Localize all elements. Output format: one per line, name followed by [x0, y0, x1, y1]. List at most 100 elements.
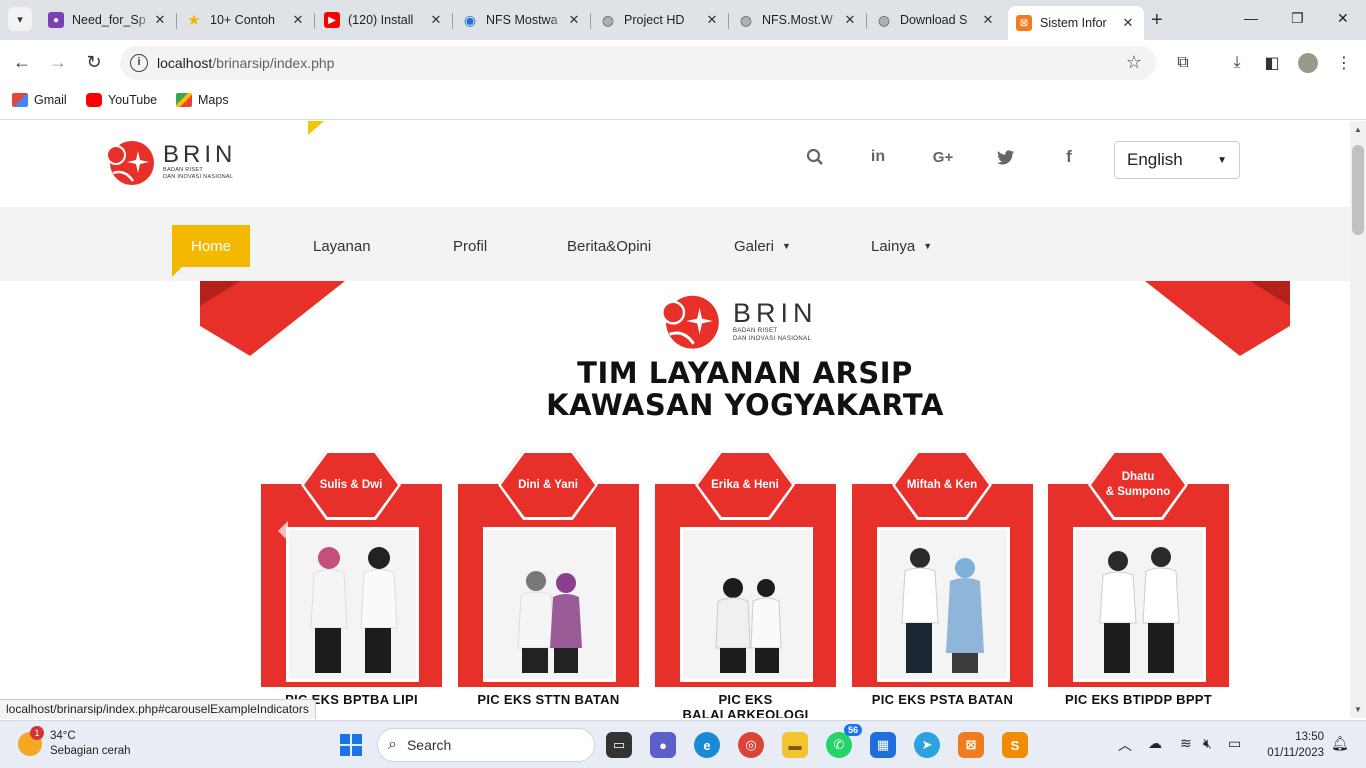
banner-title-line1: TIM LAYANAN ARSIP	[577, 356, 913, 390]
whatsapp-icon[interactable]: ✆ 56	[826, 724, 862, 758]
new-tab-button[interactable]: +	[1151, 9, 1163, 32]
brin-logo-mark-icon	[106, 141, 154, 185]
team-card: Sulis & Dwi	[261, 450, 442, 687]
tab-need-for-speed[interactable]: ● Need_for_Sp ✕	[40, 6, 176, 34]
nav-profil[interactable]: Profil	[453, 225, 487, 267]
profile-avatar[interactable]	[1297, 52, 1319, 74]
scroll-up-arrow-icon[interactable]: ▲	[1354, 125, 1362, 134]
page-viewport: BRIN BADAN RISET DAN INOVASI NASIONAL in…	[0, 121, 1350, 718]
nav-layanan[interactable]: Layanan	[313, 225, 371, 267]
url-text[interactable]: localhost/brinarsip/index.php	[157, 55, 334, 71]
globe-icon: ◍	[877, 11, 891, 28]
team-card: Erika & Heni	[655, 450, 836, 687]
close-icon[interactable]: ✕	[290, 12, 306, 28]
sublime-text-icon[interactable]: S	[1002, 732, 1028, 758]
edge-browser-icon[interactable]: e	[694, 732, 720, 758]
maps-icon	[176, 93, 192, 107]
microsoft-store-icon[interactable]: ▦	[870, 732, 896, 758]
close-icon[interactable]: ✕	[566, 12, 582, 28]
tab-search-button[interactable]: ▾	[8, 7, 32, 31]
team-card-caption: PIC EKS BTIPDP BPPT	[1064, 692, 1213, 707]
tab-strip: ▾ ● Need_for_Sp ✕ ★ 10+ Contoh ✕ ▶ (120)…	[0, 0, 1366, 40]
teams-chat-icon[interactable]: ●	[650, 732, 676, 758]
scrollbar-thumb[interactable]	[1352, 145, 1364, 235]
bookmark-star-icon[interactable]: ☆	[1126, 52, 1142, 73]
tab-project-hd[interactable]: ◍ Project HD ✕	[592, 6, 728, 34]
weather-widget[interactable]: 1 34°C Sebagian cerah	[18, 726, 131, 759]
side-panel-icon[interactable]: ◧	[1261, 52, 1283, 74]
back-arrow-icon[interactable]: ←	[10, 52, 34, 73]
nav-berita-opini[interactable]: Berita&Opini	[567, 225, 651, 267]
bookmark-youtube[interactable]: YouTube	[86, 93, 157, 107]
facebook-icon[interactable]: f	[1058, 146, 1080, 168]
extensions-icon[interactable]: ⧉	[1172, 52, 1194, 74]
youtube-icon	[86, 93, 102, 107]
status-bar-url: localhost/brinarsip/index.php#carouselEx…	[0, 699, 316, 719]
menu-kebab-icon[interactable]: ⋮	[1333, 52, 1355, 74]
hero-carousel[interactable]: BRIN BADAN RISET DAN INOVASI NASIONAL TI…	[200, 281, 1290, 718]
team-card: Dhatu & Sumpono	[1048, 450, 1229, 687]
linkedin-icon[interactable]: in	[867, 146, 889, 168]
download-icon[interactable]: ⤓	[1226, 52, 1248, 74]
xampp-icon: ⊠	[1016, 15, 1032, 31]
nav-lainya[interactable]: Lainya ▼	[871, 225, 932, 267]
scroll-down-arrow-icon[interactable]: ▼	[1354, 705, 1362, 714]
close-icon[interactable]: ✕	[842, 12, 858, 28]
system-clock[interactable]: 13:50 01/11/2023	[1262, 729, 1324, 761]
forward-arrow-icon[interactable]: →	[46, 52, 70, 73]
battery-icon[interactable]: ▭	[1228, 735, 1241, 752]
close-icon[interactable]: ✕	[980, 12, 996, 28]
wifi-icon[interactable]: ≋	[1180, 735, 1192, 752]
close-icon[interactable]: ✕	[1120, 15, 1136, 31]
team-photo	[286, 527, 419, 682]
twitter-icon[interactable]	[995, 146, 1017, 168]
globe-icon: ◍	[739, 11, 753, 28]
team-photo	[877, 527, 1010, 682]
address-bar[interactable]: i localhost/brinarsip/index.php ☆	[120, 46, 1156, 80]
bookmark-gmail[interactable]: Gmail	[12, 93, 67, 107]
notification-bell-icon[interactable]: 🔔︎	[1331, 735, 1349, 752]
site-info-icon[interactable]: i	[130, 54, 148, 72]
nav-galeri[interactable]: Galeri ▼	[734, 225, 791, 267]
bookmark-maps[interactable]: Maps	[176, 93, 229, 107]
restore-icon[interactable]: ❐	[1291, 10, 1304, 27]
search-icon[interactable]	[804, 146, 826, 168]
xampp-icon[interactable]: ⊠	[958, 732, 984, 758]
team-card-caption: PIC EKS PSTA BATAN	[871, 692, 1014, 707]
tab-nfs-most-w[interactable]: ◍ NFS.Most.W ✕	[730, 6, 866, 34]
page-scrollbar[interactable]: ▲ ▼	[1350, 121, 1366, 718]
browser-toolbar: ← → ↻ i localhost/brinarsip/index.php ☆ …	[0, 40, 1366, 86]
file-explorer-icon[interactable]: ▬	[782, 732, 808, 758]
language-select[interactable]: English ▼	[1114, 141, 1240, 179]
close-icon[interactable]: ✕	[428, 12, 444, 28]
chevron-down-icon: ▼	[1217, 154, 1227, 166]
carousel-prev-arrow-icon[interactable]	[278, 521, 288, 541]
tab-download[interactable]: ◍ Download S ✕	[868, 6, 1004, 34]
google-plus-icon[interactable]: G+	[930, 146, 956, 168]
close-icon[interactable]: ✕	[704, 12, 720, 28]
chrome-browser-icon[interactable]: ◎	[738, 732, 764, 758]
onedrive-cloud-icon[interactable]: ☁	[1148, 735, 1162, 752]
tab-nfs-mostwanted[interactable]: ◉ NFS Mostwa ✕	[454, 6, 590, 34]
youtube-icon: ▶	[324, 12, 340, 28]
taskbar-search-box[interactable]: ⌕ Search	[377, 728, 595, 762]
tab-install-video[interactable]: ▶ (120) Install ✕	[316, 6, 452, 34]
windows-taskbar: 1 34°C Sebagian cerah ⌕ Search ▭ ● e ◎ ▬…	[0, 720, 1366, 768]
volume-mute-icon[interactable]: 🔇︎	[1203, 735, 1212, 752]
tab-sistem-informasi[interactable]: ⊠ Sistem Infor ✕	[1008, 6, 1144, 40]
windows-start-icon[interactable]	[340, 734, 362, 756]
minimize-icon[interactable]: —	[1244, 10, 1258, 26]
purple-app-icon: ●	[48, 12, 64, 28]
chevron-up-icon[interactable]: ︿	[1118, 735, 1132, 755]
gmail-icon	[12, 93, 28, 107]
window-close-icon[interactable]: ✕	[1337, 10, 1349, 27]
caret-down-icon: ▼	[923, 241, 933, 251]
reload-icon[interactable]: ↻	[82, 52, 106, 73]
close-icon[interactable]: ✕	[152, 12, 168, 28]
task-view-icon[interactable]: ▭	[606, 732, 632, 758]
brin-logo[interactable]: BRIN BADAN RISET DAN INOVASI NASIONAL	[105, 137, 236, 187]
ribbon-left-decoration	[200, 281, 345, 356]
telegram-icon[interactable]: ➤	[914, 732, 940, 758]
nav-home[interactable]: Home	[172, 225, 251, 277]
tab-contoh[interactable]: ★ 10+ Contoh ✕	[178, 6, 314, 34]
